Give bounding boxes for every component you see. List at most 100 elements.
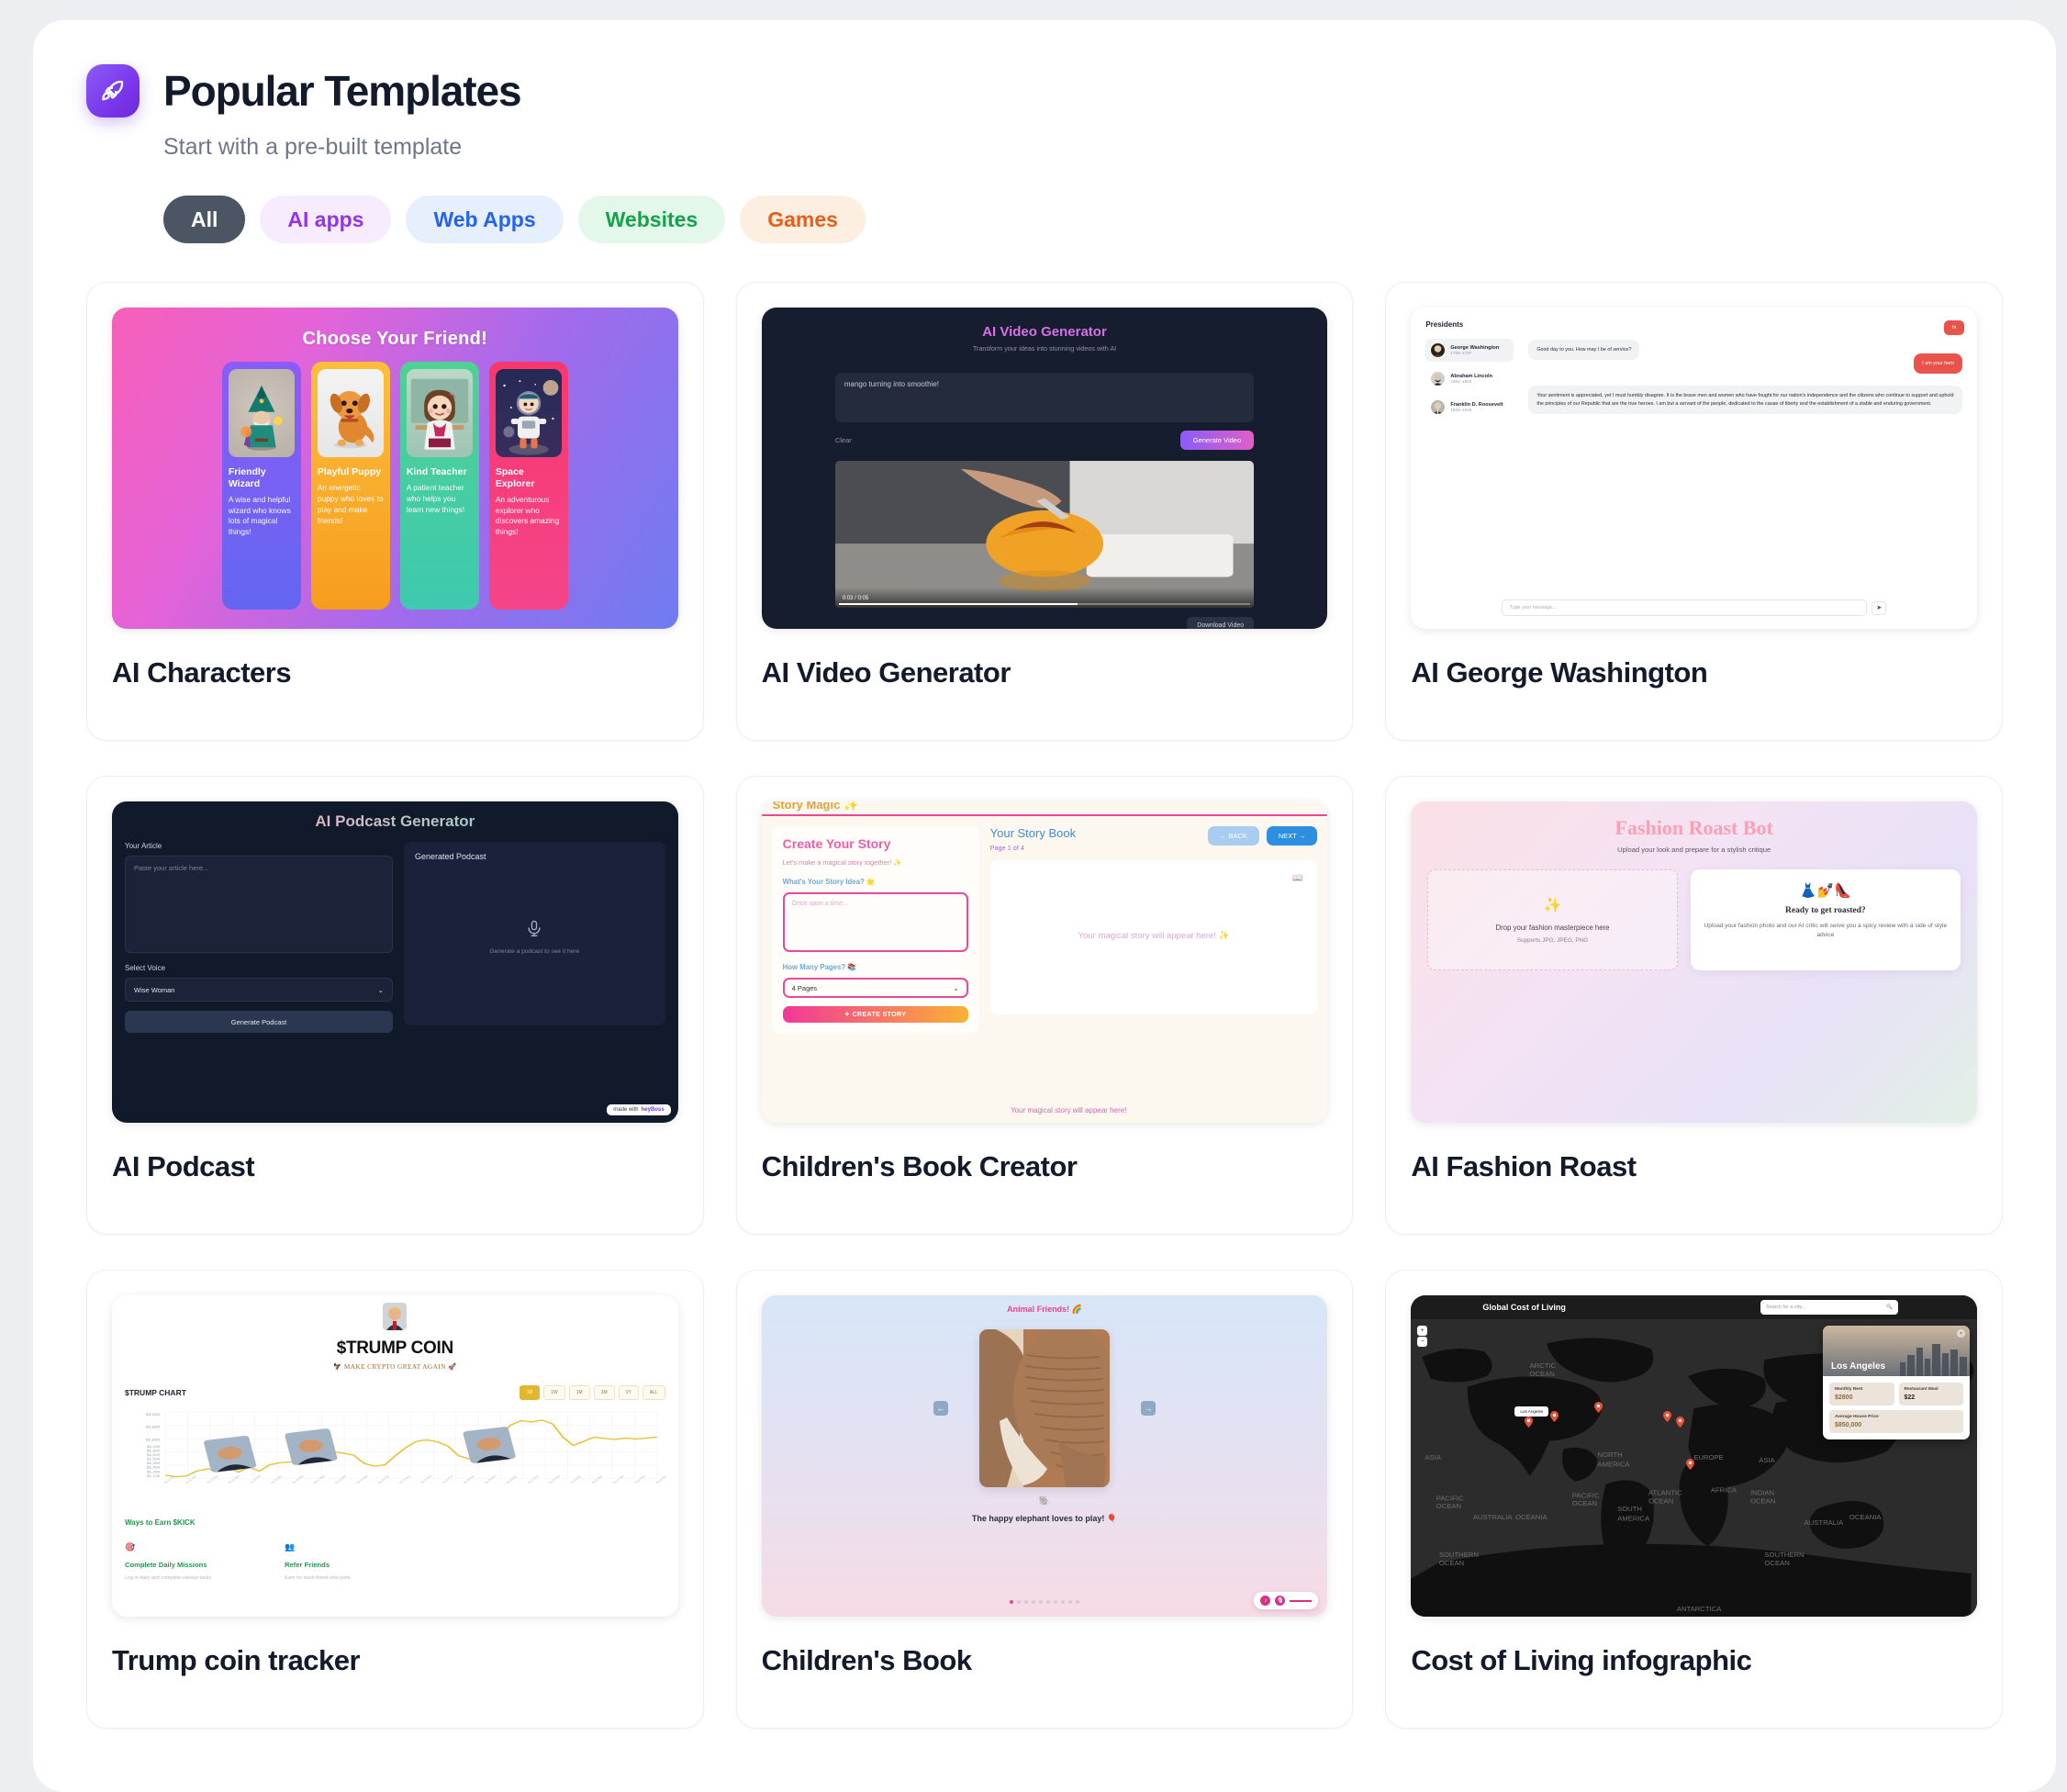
svg-text:OCEAN: OCEAN bbox=[1750, 1496, 1775, 1505]
map-pin-shanghai[interactable] bbox=[1663, 1411, 1672, 1422]
podcast-heading: AI Podcast Generator bbox=[112, 812, 678, 831]
svg-text:AUSTRALIA: AUSTRALIA bbox=[1473, 1513, 1513, 1521]
template-card-cost-of-living[interactable]: Global Cost of Living Search for a city.… bbox=[1385, 1270, 2003, 1729]
svg-text:$1,500: $1,500 bbox=[147, 1458, 161, 1462]
download-video-button[interactable]: Download Video bbox=[1187, 617, 1255, 629]
earn-item-missions: 🎯 Complete Daily Missions Log in daily a… bbox=[125, 1538, 211, 1581]
filter-pill-row: All AI apps Web Apps Websites Games bbox=[163, 196, 2003, 243]
page-dots[interactable] bbox=[762, 1600, 1328, 1604]
template-card-title: AI Podcast bbox=[112, 1150, 255, 1182]
filter-pill-all[interactable]: All bbox=[163, 196, 246, 243]
hi-button[interactable]: hi bbox=[1943, 320, 1964, 335]
range-all[interactable]: ALL bbox=[642, 1385, 665, 1400]
send-icon[interactable]: ➤ bbox=[1871, 600, 1887, 615]
map-pin-new-york[interactable] bbox=[1550, 1411, 1559, 1422]
video-clear-button[interactable]: Clear bbox=[835, 436, 852, 444]
voice-label: Select Voice bbox=[125, 964, 166, 972]
template-card-ai-video-generator[interactable]: AI Video Generator Transform your ideas … bbox=[735, 282, 1354, 741]
map-pin-sydney[interactable] bbox=[1686, 1459, 1695, 1470]
president-name: Franklin D. Roosevelt bbox=[1450, 401, 1503, 408]
president-item-lincoln[interactable]: Abraham Lincoln 1861–1865 bbox=[1425, 367, 1514, 390]
story-magic-title: Story Magic ✨ bbox=[772, 801, 859, 812]
template-card-childrens-book-creator[interactable]: Story Magic ✨ Create Your Story Let's ma… bbox=[735, 776, 1354, 1235]
svg-text:ASIA: ASIA bbox=[1425, 1453, 1442, 1462]
arrow-right-icon[interactable]: → bbox=[1140, 1401, 1156, 1416]
story-footer-text: Your magical story will appear here! bbox=[1010, 1106, 1127, 1114]
ways-to-earn-title: Ways to Earn $KICK bbox=[125, 1518, 196, 1527]
voice-select[interactable]: Wise Woman ⌄ bbox=[125, 978, 393, 1002]
map-pin-london[interactable] bbox=[1594, 1402, 1603, 1413]
range-1m[interactable]: 1M bbox=[568, 1385, 590, 1400]
president-item-washington[interactable]: George Washington 1789–1797 bbox=[1425, 339, 1514, 362]
range-1y[interactable]: 1Y bbox=[618, 1385, 639, 1400]
svg-text:09:30 PM: 09:30 PM bbox=[590, 1475, 604, 1484]
svg-text:09:29 PM: 09:29 PM bbox=[569, 1475, 583, 1484]
video-progress-bar[interactable] bbox=[838, 603, 1251, 605]
video-player[interactable]: 0:03 / 0:05 bbox=[834, 461, 1255, 608]
map-pin-los-angeles[interactable] bbox=[1525, 1417, 1534, 1428]
filter-pill-games[interactable]: Games bbox=[740, 196, 866, 243]
thumbnail-cost-of-living: Global Cost of Living Search for a city.… bbox=[1411, 1295, 1977, 1617]
close-icon[interactable]: × bbox=[1957, 1329, 1965, 1338]
president-item-roosevelt[interactable]: Franklin D. Roosevelt 1933–1945 bbox=[1425, 396, 1514, 419]
audio-controls[interactable]: ♪ 🎙 bbox=[1254, 1592, 1319, 1609]
range-1d[interactable]: 1D bbox=[519, 1385, 541, 1400]
city-detail-card: Los Angeles × Monthly Rent $2800 Restaur… bbox=[1823, 1326, 1970, 1439]
page-indicator: Page 1 of 4 bbox=[989, 844, 1024, 852]
world-map[interactable]: ASIA NORTH AMERICA EUROPE ASIA AFRICA SOUTH A… bbox=[1411, 1319, 1977, 1617]
video-prompt-input[interactable]: mango turning into smoothie! bbox=[834, 373, 1255, 422]
teacher-avatar bbox=[406, 369, 473, 457]
svg-text:09:28 PM: 09:28 PM bbox=[548, 1475, 562, 1484]
template-card-childrens-book[interactable]: Animal Friends! 🌈 ← → 🐘 The happy elepha… bbox=[735, 1270, 1354, 1729]
arrow-left-icon[interactable]: ← bbox=[933, 1401, 948, 1416]
template-card-trump-coin-tracker[interactable]: $TRUMP COIN 🦅 MAKE CRYPTO GREAT AGAIN 🚀 … bbox=[86, 1270, 704, 1729]
next-button[interactable]: NEXT → bbox=[1266, 826, 1318, 846]
range-3m[interactable]: 3M bbox=[593, 1385, 615, 1400]
svg-text:$1,600: $1,600 bbox=[147, 1453, 161, 1457]
svg-text:$4,000: $4,000 bbox=[146, 1413, 161, 1417]
range-1w[interactable]: 1W bbox=[543, 1385, 565, 1400]
svg-text:09:23 PM: 09:23 PM bbox=[441, 1475, 454, 1484]
zoom-in-button[interactable]: + bbox=[1417, 1326, 1428, 1336]
svg-text:EUROPE: EUROPE bbox=[1694, 1453, 1724, 1462]
create-story-button[interactable]: ✦ CREATE STORY bbox=[782, 1006, 968, 1023]
template-card-ai-characters[interactable]: Choose Your Friend! Friendly Wizard A wi… bbox=[86, 282, 704, 741]
back-button[interactable]: ← BACK bbox=[1207, 826, 1259, 846]
mic-icon[interactable]: 🎙 bbox=[1275, 1596, 1286, 1606]
svg-text:NORTH: NORTH bbox=[1598, 1450, 1623, 1459]
music-icon[interactable]: ♪ bbox=[1260, 1596, 1271, 1606]
svg-text:INDIAN: INDIAN bbox=[1750, 1489, 1774, 1497]
chat-input[interactable]: Type your message... bbox=[1501, 599, 1868, 616]
filter-pill-websites[interactable]: Websites bbox=[577, 196, 726, 243]
article-textarea[interactable]: Paste your article here... bbox=[125, 856, 393, 953]
fashion-dropzone[interactable]: ✨ Drop your fashion masterpiece here Sup… bbox=[1427, 869, 1678, 970]
roast-info-card: 👗💅👠 Ready to get roasted? Upload your fa… bbox=[1690, 869, 1961, 970]
fashion-roast-subtitle: Upload your look and prepare for a styli… bbox=[1617, 846, 1771, 854]
roast-card-title: Ready to get roasted? bbox=[1785, 906, 1866, 915]
sparkles-icon: ✨ bbox=[1543, 898, 1562, 913]
badge-brand: heyBoss bbox=[641, 1107, 665, 1113]
chat-message-bot: Your sentiment is appreciated, yet I mus… bbox=[1528, 386, 1962, 415]
template-card-ai-podcast[interactable]: AI Podcast Generator Your Article Paste … bbox=[86, 776, 704, 1235]
map-pin-tokyo[interactable] bbox=[1676, 1417, 1685, 1428]
voice-value: Wise Woman bbox=[134, 985, 175, 994]
city-search-input[interactable]: Search for a city... 🔍 bbox=[1760, 1300, 1898, 1315]
pages-select[interactable]: 4 Pages ⌄ bbox=[782, 978, 968, 998]
generate-video-button[interactable]: Generate Video bbox=[1179, 431, 1255, 450]
svg-text:PACIFIC: PACIFIC bbox=[1572, 1492, 1600, 1500]
story-idea-textarea[interactable]: Once upon a time... bbox=[782, 892, 968, 952]
story-preview-pane: 📖 Your magical story will appear here! ✨ bbox=[989, 860, 1318, 1014]
volume-slider[interactable] bbox=[1290, 1599, 1313, 1602]
template-card-ai-fashion-roast[interactable]: Fashion Roast Bot Upload your look and p… bbox=[1385, 776, 2003, 1235]
template-card-ai-george-washington[interactable]: Presidents hi George Washington 1789–179… bbox=[1385, 282, 2003, 741]
generate-podcast-button[interactable]: Generate Podcast bbox=[125, 1011, 393, 1033]
dropzone-title: Drop your fashion masterpiece here bbox=[1495, 924, 1610, 932]
svg-text:OCEAN: OCEAN bbox=[1530, 1370, 1555, 1378]
avatar bbox=[1431, 400, 1446, 414]
filter-pill-web-apps[interactable]: Web Apps bbox=[406, 196, 564, 243]
create-story-heading: Create Your Story bbox=[782, 836, 891, 851]
thumbnail-childrens-book: Animal Friends! 🌈 ← → 🐘 The happy elepha… bbox=[761, 1295, 1328, 1617]
filter-pill-ai-apps[interactable]: AI apps bbox=[260, 196, 392, 243]
chevron-down-icon: ⌄ bbox=[377, 985, 384, 994]
zoom-out-button[interactable]: − bbox=[1417, 1337, 1428, 1347]
